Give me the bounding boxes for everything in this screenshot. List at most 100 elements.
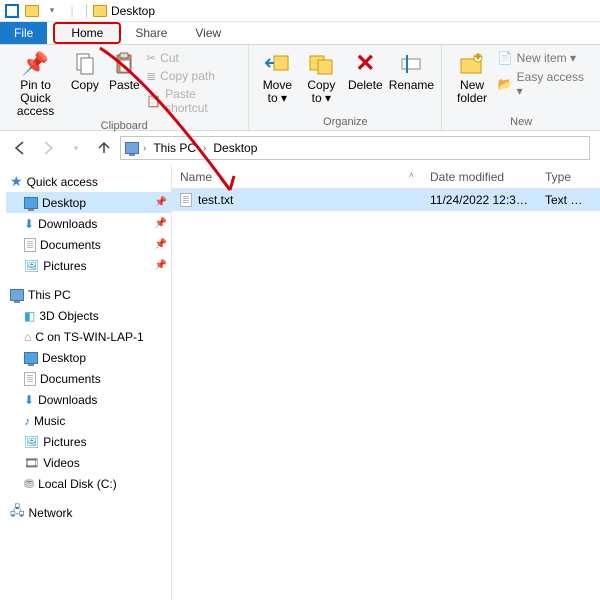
desktop-icon (24, 352, 38, 364)
disk-icon: ⛃ (24, 477, 34, 491)
tab-file[interactable]: File (0, 22, 47, 44)
easy-access-button[interactable]: 📂Easy access ▾ (498, 69, 592, 99)
file-row[interactable]: test.txt 11/24/2022 12:32 … Text Doc (172, 189, 600, 211)
window-title: Desktop (86, 4, 155, 18)
chevron-icon[interactable]: › (141, 143, 148, 154)
tree-pictures[interactable]: 🖼Pictures📌 (6, 255, 171, 276)
new-folder-icon: ✦ (458, 50, 486, 78)
chevron-icon[interactable]: › (201, 143, 208, 154)
desktop-icon (24, 197, 38, 209)
paste-label: Paste (109, 79, 140, 92)
folder-icon (93, 5, 107, 17)
tree-downloads[interactable]: ⬇Downloads📌 (6, 213, 171, 234)
tab-share[interactable]: Share (121, 22, 181, 44)
pin-icon: 📌 (155, 218, 167, 229)
quick-access-toolbar: ▾ | (0, 3, 82, 19)
back-button[interactable] (8, 136, 32, 160)
copy-icon (71, 50, 99, 78)
file-date: 11/24/2022 12:32 … (422, 193, 537, 207)
column-header: Name ˄ Date modified Type (172, 165, 600, 189)
sort-icon: ˄ (409, 170, 414, 180)
tree-quick-access[interactable]: ★Quick access (6, 171, 171, 192)
shortcut-icon: 📋 (146, 94, 161, 108)
crumb-thispc[interactable]: This PC (150, 141, 199, 155)
pc-icon (125, 142, 139, 154)
up-button[interactable] (92, 136, 116, 160)
tree-documents[interactable]: Documents📌 (6, 234, 171, 255)
move-label: Move to ▾ (257, 79, 297, 105)
breadcrumb-box[interactable]: › This PC › Desktop (120, 136, 590, 160)
tree-pictures2[interactable]: 🖼Pictures (6, 431, 171, 452)
ribbon: 📌 Pin to Quick access Copy Paste ✂Cut ≣C… (0, 45, 600, 131)
music-icon: ♪ (24, 414, 30, 428)
pc-icon (10, 289, 24, 301)
pin-to-quick-access-button[interactable]: 📌 Pin to Quick access (8, 48, 63, 119)
tab-view[interactable]: View (181, 22, 235, 44)
tree-music[interactable]: ♪Music (6, 410, 171, 431)
copyto-label: Copy to ▾ (301, 79, 341, 105)
easy-access-icon: 📂 (498, 77, 513, 91)
col-name[interactable]: Name ˄ (172, 170, 422, 184)
ribbon-tabs: File Home Share View (0, 22, 600, 45)
network-icon: 🖧 (10, 502, 25, 524)
tree-local-disk[interactable]: ⛃Local Disk (C:) (6, 473, 171, 494)
tree-desktop[interactable]: Desktop📌 (6, 192, 171, 213)
tree-this-pc[interactable]: This PC (6, 284, 171, 305)
scissors-icon: ✂ (146, 51, 156, 65)
drive-icon: ⌂ (24, 330, 31, 344)
tree-mapped-c[interactable]: ⌂C on TS-WIN-LAP-1 (6, 326, 171, 347)
videos-icon: 🎞 (24, 456, 39, 470)
forward-button[interactable] (36, 136, 60, 160)
new-item-button[interactable]: 📄New item ▾ (498, 50, 592, 66)
group-clipboard: 📌 Pin to Quick access Copy Paste ✂Cut ≣C… (0, 45, 249, 130)
cube-icon: ◧ (24, 309, 35, 323)
documents-icon (24, 372, 36, 386)
new-folder-button[interactable]: ✦ New folder (450, 48, 493, 105)
recent-dropdown[interactable]: ▾ (64, 136, 88, 160)
downloads-icon: ⬇ (24, 217, 34, 231)
copy-button[interactable]: Copy (67, 48, 102, 92)
tree-desktop2[interactable]: Desktop (6, 347, 171, 368)
title-bar: ▾ | Desktop (0, 0, 600, 22)
new-folder-label: New folder (450, 79, 493, 105)
delete-label: Delete (348, 79, 383, 92)
qat-dropdown[interactable]: ▾ (44, 3, 60, 19)
rename-button[interactable]: Rename (389, 48, 433, 92)
tree-network[interactable]: 🖧Network (6, 502, 171, 523)
paste-button[interactable]: Paste (107, 48, 142, 92)
tree-3d-objects[interactable]: ◧3D Objects (6, 305, 171, 326)
rename-icon (397, 50, 425, 78)
tree-downloads2[interactable]: ⬇Downloads (6, 389, 171, 410)
window-title-text: Desktop (111, 4, 155, 18)
file-type: Text Doc (537, 193, 597, 207)
col-type[interactable]: Type (537, 170, 597, 184)
copy-label: Copy (71, 79, 99, 92)
pictures-icon: 🖼 (24, 259, 39, 273)
group-label: New (510, 115, 532, 130)
col-date[interactable]: Date modified (422, 170, 537, 184)
move-icon (263, 50, 291, 78)
downloads-icon: ⬇ (24, 393, 34, 407)
paste-shortcut-button[interactable]: 📋Paste shortcut (146, 86, 240, 116)
pin-icon: 📌 (155, 239, 167, 250)
address-bar: ▾ › This PC › Desktop (0, 131, 600, 165)
nav-tree: ★Quick access Desktop📌 ⬇Downloads📌 Docum… (0, 165, 172, 600)
pin-icon: 📌 (155, 260, 167, 271)
file-icon (180, 193, 192, 207)
tab-home[interactable]: Home (53, 22, 121, 44)
copy-to-button[interactable]: Copy to ▾ (301, 48, 341, 105)
content-area: ★Quick access Desktop📌 ⬇Downloads📌 Docum… (0, 165, 600, 600)
delete-button[interactable]: ✕ Delete (345, 48, 385, 92)
crumb-desktop[interactable]: Desktop (210, 141, 260, 155)
move-to-button[interactable]: Move to ▾ (257, 48, 297, 105)
path-icon: ≣ (146, 69, 156, 83)
qat-item[interactable] (24, 3, 40, 19)
tree-videos[interactable]: 🎞Videos (6, 452, 171, 473)
copy-path-button[interactable]: ≣Copy path (146, 68, 240, 84)
copyto-icon (307, 50, 335, 78)
pin-label: Pin to Quick access (8, 79, 63, 119)
documents-icon (24, 238, 36, 252)
cut-button[interactable]: ✂Cut (146, 50, 240, 66)
tree-documents2[interactable]: Documents (6, 368, 171, 389)
app-icon (4, 3, 20, 19)
